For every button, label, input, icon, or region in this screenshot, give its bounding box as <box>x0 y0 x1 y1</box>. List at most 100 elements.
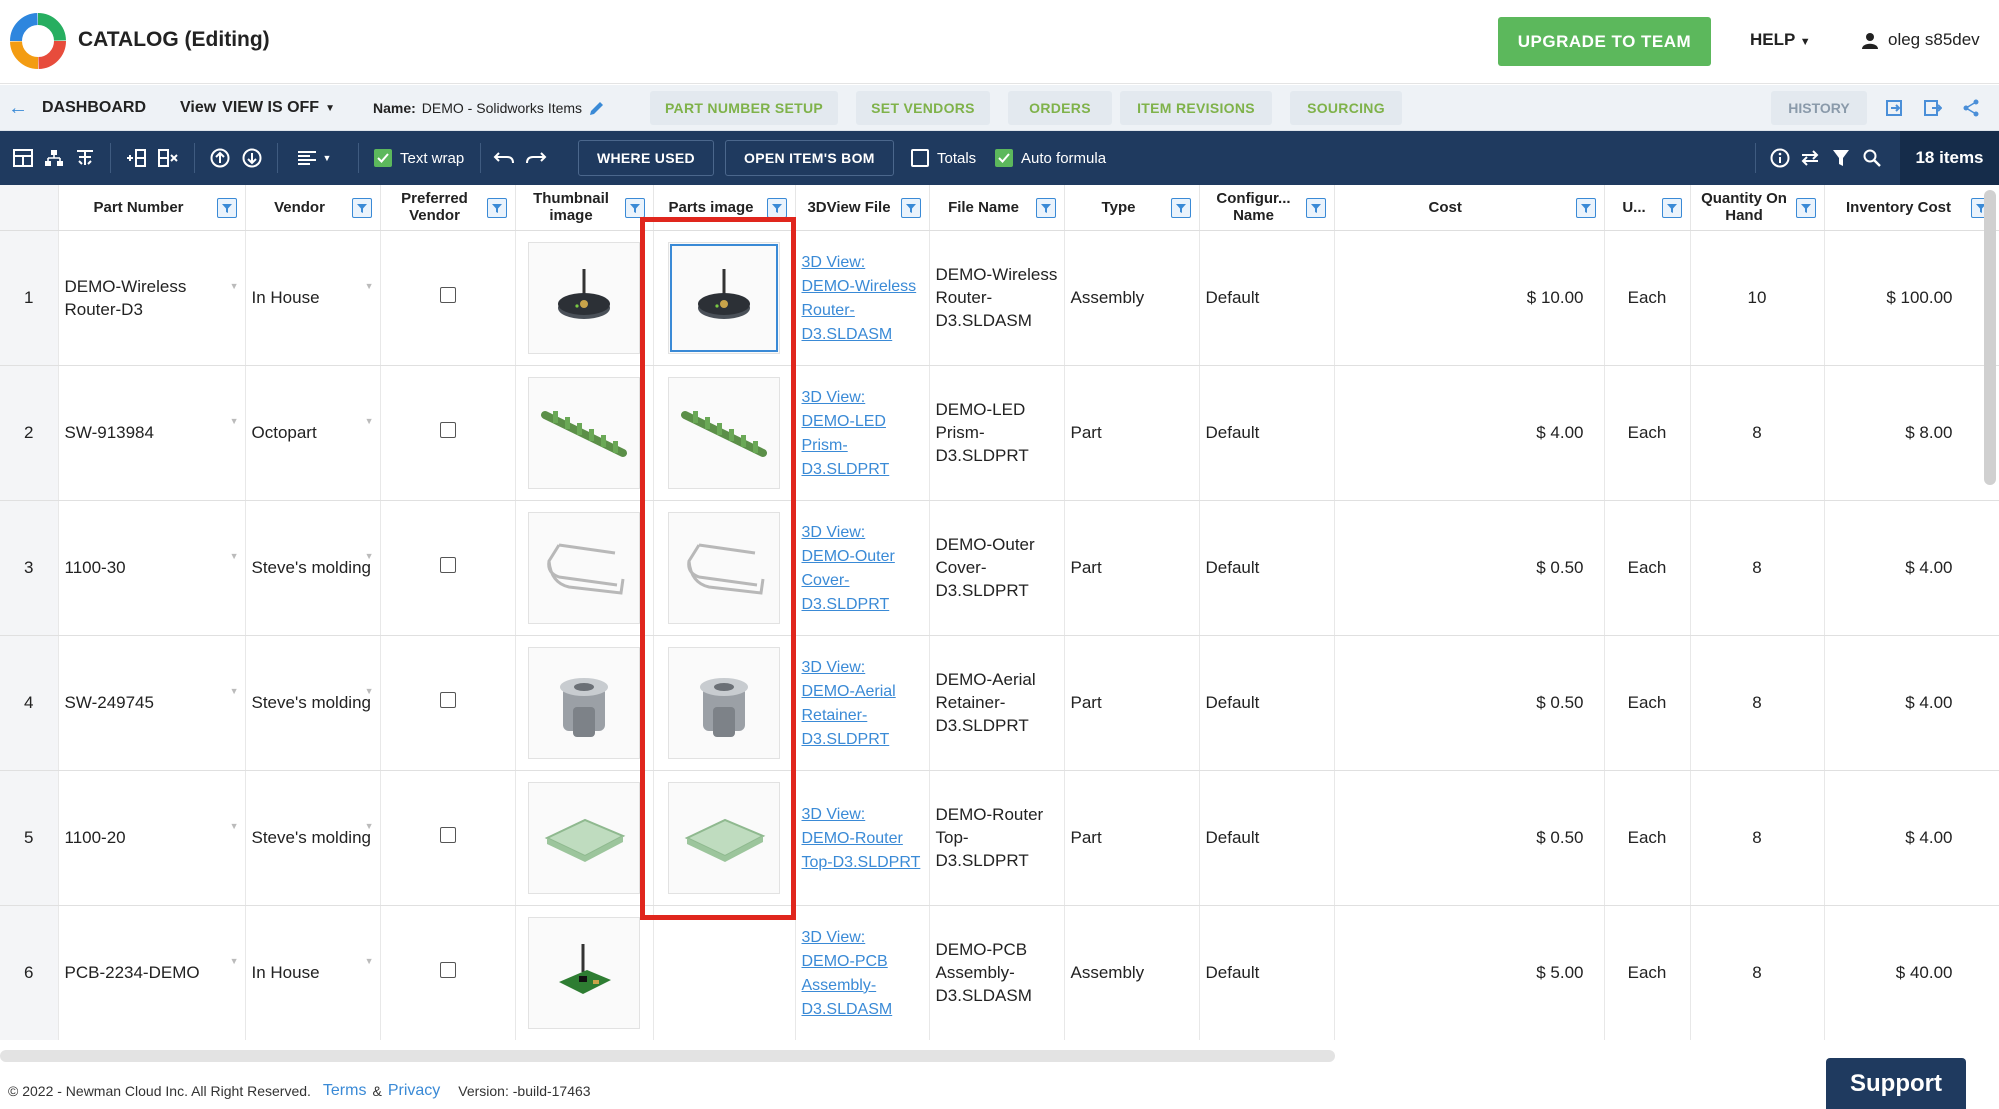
cell-inventory-cost[interactable]: $ 100.00 <box>1824 230 1999 366</box>
cell-thumbnail-image[interactable] <box>515 230 654 366</box>
undo-icon[interactable] <box>491 131 517 185</box>
column-header-3dview-file[interactable]: 3DView File <box>795 185 930 231</box>
cell-inventory-cost[interactable]: $ 8.00 <box>1824 365 1999 501</box>
cell-part-number[interactable]: SW-913984 ▼ <box>58 365 246 501</box>
cell-parts-image[interactable] <box>653 230 796 366</box>
column-header-part-number[interactable]: Part Number <box>58 185 246 231</box>
cell-parts-image[interactable] <box>653 635 796 771</box>
cell-unit[interactable]: Each <box>1604 905 1691 1040</box>
column-header-type[interactable]: Type <box>1064 185 1200 231</box>
table-row[interactable]: 4 SW-249745 ▼ Steve's molding ▼ 3D View: DEMO… <box>0 635 1999 771</box>
horizontal-scrollbar[interactable] <box>0 1050 1335 1062</box>
cell-dropdown-icon[interactable]: ▼ <box>365 815 374 838</box>
cell-vendor[interactable]: Steve's molding ▼ <box>245 770 381 906</box>
move-up-icon[interactable] <box>207 131 233 185</box>
tab-part-number-setup[interactable]: PART NUMBER SETUP <box>650 91 838 125</box>
cell-3dview-file[interactable]: 3D View: DEMO-Outer Cover-D3.SLDPRT <box>795 500 930 636</box>
3d-view-link[interactable]: 3D View: DEMO-Outer Cover-D3.SLDPRT <box>802 524 895 613</box>
privacy-link[interactable]: Privacy <box>388 1082 440 1100</box>
cell-vendor[interactable]: Steve's molding ▼ <box>245 635 381 771</box>
cell-dropdown-icon[interactable]: ▼ <box>365 410 374 433</box>
parts-image[interactable] <box>668 646 780 759</box>
cell-quantity-on-hand[interactable]: 10 <box>1690 230 1825 366</box>
thumbnail-image[interactable] <box>528 646 640 759</box>
thumbnail-image[interactable] <box>528 781 640 894</box>
cell-3dview-file[interactable]: 3D View: DEMO-Wireless Router-D3.SLDASM <box>795 230 930 366</box>
history-button[interactable]: HISTORY <box>1771 91 1867 125</box>
column-filter-icon[interactable] <box>1795 198 1816 218</box>
column-header-preferred-vendor[interactable]: Preferred Vendor <box>380 185 516 231</box>
3d-view-link[interactable]: 3D View: DEMO-Router Top-D3.SLDPRT <box>802 806 921 871</box>
totals-toggle[interactable]: Totals <box>911 131 976 185</box>
column-header-unit[interactable]: U... <box>1604 185 1691 231</box>
preferred-vendor-checkbox[interactable] <box>439 692 456 708</box>
column-header-quantity-on-hand[interactable]: Quantity On Hand <box>1690 185 1825 231</box>
cell-thumbnail-image[interactable] <box>515 635 654 771</box>
table-row[interactable]: 5 1100-20 ▼ Steve's molding ▼ 3D View: DEMO-R… <box>0 770 1999 906</box>
cell-inventory-cost[interactable]: $ 4.00 <box>1824 635 1999 771</box>
cell-cost[interactable]: $ 10.00 <box>1334 230 1605 366</box>
cell-vendor[interactable]: Steve's molding ▼ <box>245 500 381 636</box>
cell-vendor[interactable]: Octopart ▼ <box>245 365 381 501</box>
cell-unit[interactable]: Each <box>1604 365 1691 501</box>
cell-unit[interactable]: Each <box>1604 230 1691 366</box>
cell-dropdown-icon[interactable]: ▼ <box>365 275 374 298</box>
thumbnail-image[interactable] <box>528 511 640 624</box>
user-menu[interactable]: oleg s85dev <box>1862 30 1980 50</box>
cell-file-name[interactable]: DEMO-Router Top-D3.SLDPRT <box>929 770 1065 906</box>
cell-parts-image[interactable] <box>653 905 796 1040</box>
cell-parts-image[interactable] <box>653 770 796 906</box>
parts-image[interactable] <box>668 241 780 354</box>
3d-view-link[interactable]: 3D View: DEMO-Aerial Retainer-D3.SLDPRT <box>802 659 896 748</box>
app-logo-icon[interactable] <box>10 13 66 69</box>
cell-unit[interactable]: Each <box>1604 500 1691 636</box>
cell-3dview-file[interactable]: 3D View: DEMO-LED Prism-D3.SLDPRT <box>795 365 930 501</box>
thumbnail-image[interactable] <box>528 241 640 354</box>
cell-quantity-on-hand[interactable]: 8 <box>1690 635 1825 771</box>
cell-unit[interactable]: Each <box>1604 635 1691 771</box>
cell-cost[interactable]: $ 0.50 <box>1334 770 1605 906</box>
dashboard-link[interactable]: ← DASHBOARD <box>8 85 146 131</box>
redo-icon[interactable] <box>523 131 549 185</box>
cell-3dview-file[interactable]: 3D View: DEMO-PCB Assembly-D3.SLDASM <box>795 905 930 1040</box>
vertical-scrollbar[interactable] <box>1984 190 1996 485</box>
thumbnail-image[interactable] <box>528 376 640 489</box>
cell-configuration-name[interactable]: Default <box>1199 230 1335 366</box>
column-header-cost[interactable]: Cost <box>1334 185 1605 231</box>
pencil-icon[interactable] <box>588 100 605 117</box>
cell-type[interactable]: Assembly <box>1064 230 1200 366</box>
column-filter-icon[interactable] <box>216 198 237 218</box>
3d-view-link[interactable]: 3D View: DEMO-PCB Assembly-D3.SLDASM <box>802 929 893 1018</box>
column-filter-icon[interactable] <box>900 198 921 218</box>
cell-parts-image[interactable] <box>653 365 796 501</box>
cell-part-number[interactable]: PCB-2234-DEMO ▼ <box>58 905 246 1040</box>
help-menu[interactable]: HELP ▼ <box>1750 30 1811 50</box>
cell-dropdown-icon[interactable]: ▼ <box>230 950 239 973</box>
cell-file-name[interactable]: DEMO-Outer Cover-D3.SLDPRT <box>929 500 1065 636</box>
cell-file-name[interactable]: DEMO-LED Prism-D3.SLDPRT <box>929 365 1065 501</box>
column-header-vendor[interactable]: Vendor <box>245 185 381 231</box>
preferred-vendor-checkbox[interactable] <box>439 962 456 978</box>
cell-cost[interactable]: $ 0.50 <box>1334 635 1605 771</box>
column-filter-icon[interactable] <box>1575 198 1596 218</box>
open-items-bom-button[interactable]: OPEN ITEM'S BOM <box>725 140 894 176</box>
swap-icon[interactable] <box>1797 131 1823 185</box>
cell-vendor[interactable]: In House ▼ <box>245 230 381 366</box>
move-down-icon[interactable] <box>239 131 265 185</box>
cell-3dview-file[interactable]: 3D View: DEMO-Aerial Retainer-D3.SLDPRT <box>795 635 930 771</box>
cell-configuration-name[interactable]: Default <box>1199 635 1335 771</box>
cell-dropdown-icon[interactable]: ▼ <box>230 275 239 298</box>
cell-configuration-name[interactable]: Default <box>1199 500 1335 636</box>
cell-quantity-on-hand[interactable]: 8 <box>1690 770 1825 906</box>
tab-orders[interactable]: ORDERS <box>1008 91 1112 125</box>
cell-dropdown-icon[interactable]: ▼ <box>230 410 239 433</box>
remove-column-icon[interactable] <box>155 131 181 185</box>
parts-image[interactable] <box>668 511 780 624</box>
tree-view-icon[interactable] <box>41 131 67 185</box>
cell-parts-image[interactable] <box>653 500 796 636</box>
terms-link[interactable]: Terms <box>323 1082 367 1100</box>
column-filter-icon[interactable] <box>1305 198 1326 218</box>
preferred-vendor-checkbox[interactable] <box>439 827 456 843</box>
support-button[interactable]: Support <box>1826 1058 1966 1109</box>
cell-file-name[interactable]: DEMO-PCB Assembly-D3.SLDASM <box>929 905 1065 1040</box>
